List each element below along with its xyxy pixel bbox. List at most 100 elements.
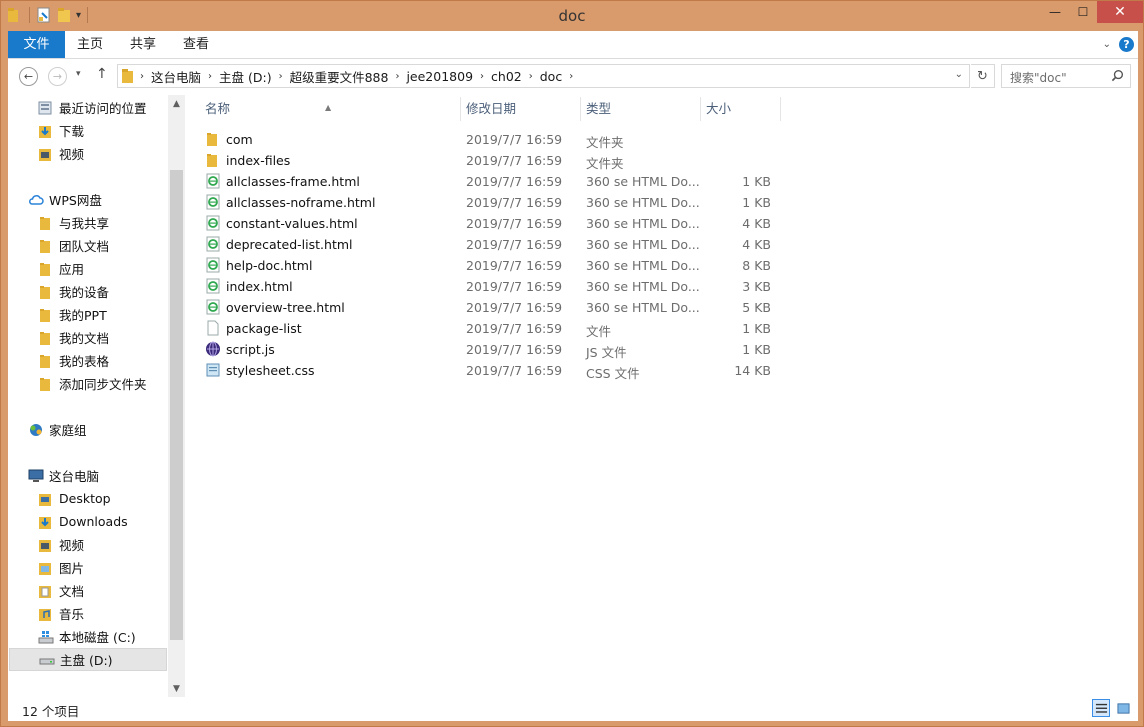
nav-item-add-sync-folder[interactable]: 添加同步文件夹 (8, 372, 184, 395)
file-row[interactable]: allclasses-noframe.html 2019/7/7 16:59 3… (205, 192, 785, 213)
nav-item-downloads-pc[interactable]: Downloads (8, 510, 184, 533)
back-button[interactable]: ← (19, 67, 38, 86)
tab-view[interactable]: 查看 (176, 31, 216, 58)
nav-item-homegroup[interactable]: 家庭组 (8, 418, 184, 441)
column-header-name[interactable]: 名称 ▲ (185, 95, 460, 123)
folder-icon (40, 308, 50, 322)
nav-item-shared-with-me[interactable]: 与我共享 (8, 211, 184, 234)
tab-share[interactable]: 共享 (123, 31, 163, 58)
up-button[interactable]: ↑ (96, 66, 108, 82)
column-divider[interactable] (780, 97, 781, 121)
file-row[interactable]: stylesheet.css 2019/7/7 16:59 CSS 文件 14 … (205, 360, 785, 381)
file-name: deprecated-list.html (226, 237, 353, 252)
tab-home[interactable]: 主页 (70, 31, 110, 58)
large-icons-view-button[interactable] (1114, 699, 1132, 717)
file-row[interactable]: index.html 2019/7/7 16:59 360 se HTML Do… (205, 276, 785, 297)
tab-file[interactable]: 文件 (8, 31, 65, 58)
forward-button[interactable]: → (48, 67, 67, 86)
expand-ribbon-icon[interactable]: ⌄ (1103, 39, 1111, 50)
nav-item-label: 最近访问的位置 (59, 101, 147, 116)
close-button[interactable]: ✕ (1097, 1, 1143, 23)
system-drive-icon (38, 630, 54, 643)
details-view-button[interactable] (1092, 699, 1110, 717)
file-size: 8 KB (742, 258, 771, 273)
nav-item-pictures[interactable]: 图片 (8, 556, 184, 579)
file-row[interactable]: deprecated-list.html 2019/7/7 16:59 360 … (205, 234, 785, 255)
chevron-right-icon[interactable]: › (137, 71, 147, 82)
html-file-icon (206, 215, 220, 231)
nav-item-drive-d[interactable]: 主盘 (D:) (9, 648, 167, 671)
search-icon[interactable] (1111, 69, 1124, 82)
nav-item-videos[interactable]: 视频 (8, 142, 184, 165)
refresh-button[interactable]: ↻ (971, 64, 995, 88)
nav-item-my-ppt[interactable]: 我的PPT (8, 303, 184, 326)
nav-item-videos-pc[interactable]: 视频 (8, 533, 184, 556)
details-view-icon (1095, 703, 1107, 713)
file-row[interactable]: constant-values.html 2019/7/7 16:59 360 … (205, 213, 785, 234)
navigation-scrollbar[interactable]: ▲ ▼ (168, 95, 185, 697)
file-list: 名称 ▲ 修改日期 类型 大小 com 2019/7/7 16:59 文件夹 i… (185, 95, 1138, 697)
maximize-button[interactable]: ☐ (1069, 1, 1097, 23)
chevron-right-icon[interactable]: › (526, 71, 536, 82)
view-switcher (1092, 699, 1132, 717)
column-header-date[interactable]: 修改日期 (460, 95, 580, 123)
nav-item-music[interactable]: 音乐 (8, 602, 184, 625)
search-box[interactable]: 搜索"doc" (1001, 64, 1131, 88)
nav-item-recent[interactable]: 最近访问的位置 (8, 96, 184, 119)
breadcrumb-ch02[interactable]: ch02 (487, 69, 526, 84)
minimize-button[interactable]: — (1041, 1, 1069, 23)
window-controls: — ☐ ✕ (1041, 1, 1143, 23)
chevron-right-icon[interactable]: › (276, 71, 286, 82)
file-name: index.html (226, 279, 293, 294)
sort-ascending-icon: ▲ (325, 103, 332, 112)
help-button[interactable]: ? (1119, 37, 1134, 52)
nav-item-desktop[interactable]: Desktop (8, 487, 184, 510)
nav-item-wps-cloud[interactable]: WPS网盘 (8, 188, 184, 211)
nav-item-team-docs[interactable]: 团队文档 (8, 234, 184, 257)
nav-item-apps[interactable]: 应用 (8, 257, 184, 280)
file-row[interactable]: script.js 2019/7/7 16:59 JS 文件 1 KB (205, 339, 785, 360)
file-row[interactable]: index-files 2019/7/7 16:59 文件夹 (205, 150, 785, 171)
file-row[interactable]: help-doc.html 2019/7/7 16:59 360 se HTML… (205, 255, 785, 276)
nav-item-my-sheets[interactable]: 我的表格 (8, 349, 184, 372)
nav-item-downloads[interactable]: 下载 (8, 119, 184, 142)
nav-item-my-devices[interactable]: 我的设备 (8, 280, 184, 303)
file-row[interactable]: package-list 2019/7/7 16:59 文件 1 KB (205, 318, 785, 339)
folder-icon (40, 354, 50, 368)
downloads-icon (39, 516, 51, 529)
file-name: stylesheet.css (226, 363, 315, 378)
chevron-right-icon[interactable]: › (477, 71, 487, 82)
scroll-up-icon[interactable]: ▲ (168, 95, 185, 112)
breadcrumb-jee201809[interactable]: jee201809 (402, 69, 477, 84)
file-row[interactable]: com 2019/7/7 16:59 文件夹 (205, 129, 785, 150)
downloads-icon (39, 125, 51, 138)
file-row[interactable]: allclasses-frame.html 2019/7/7 16:59 360… (205, 171, 785, 192)
nav-item-label: 我的表格 (59, 354, 110, 369)
nav-item-label: 我的文档 (59, 331, 110, 346)
nav-item-drive-c[interactable]: 本地磁盘 (C:) (8, 625, 184, 648)
folder-icon (40, 377, 50, 391)
large-icons-view-icon (1116, 702, 1130, 714)
chevron-right-icon[interactable]: › (566, 71, 576, 82)
recent-locations-icon[interactable]: ▾ (76, 69, 81, 79)
file-row[interactable]: overview-tree.html 2019/7/7 16:59 360 se… (205, 297, 785, 318)
nav-item-this-pc[interactable]: 这台电脑 (8, 464, 184, 487)
breadcrumb-important-files[interactable]: 超级重要文件888 (286, 67, 393, 86)
nav-item-my-documents[interactable]: 我的文档 (8, 326, 184, 349)
breadcrumb-drive-d[interactable]: 主盘 (D:) (215, 67, 276, 86)
breadcrumb-doc[interactable]: doc (536, 69, 566, 84)
column-header-size[interactable]: 大小 (700, 95, 780, 123)
chevron-right-icon[interactable]: › (205, 71, 215, 82)
nav-item-label: WPS网盘 (49, 193, 102, 208)
address-bar[interactable]: › 这台电脑 › 主盘 (D:) › 超级重要文件888 › jee201809… (117, 64, 970, 88)
breadcrumb-this-pc[interactable]: 这台电脑 (147, 67, 205, 86)
chevron-right-icon[interactable]: › (392, 71, 402, 82)
file-name: index-files (226, 153, 291, 168)
item-count: 12 个项目 (22, 704, 80, 719)
column-header-type[interactable]: 类型 (580, 95, 700, 123)
address-history-dropdown-icon[interactable]: ⌄ (955, 69, 963, 80)
scroll-thumb[interactable] (170, 170, 183, 640)
nav-item-documents[interactable]: 文档 (8, 579, 184, 602)
scroll-down-icon[interactable]: ▼ (168, 680, 185, 697)
ribbon-right-controls: ⌄ ? (1103, 37, 1134, 52)
